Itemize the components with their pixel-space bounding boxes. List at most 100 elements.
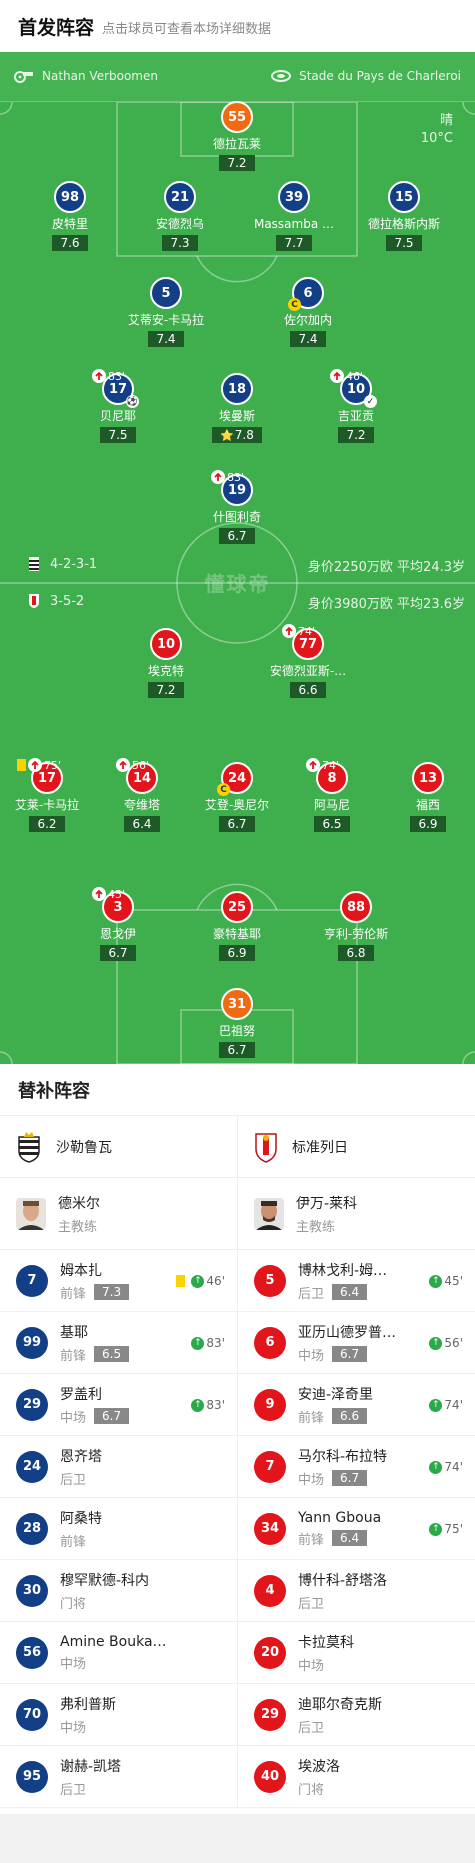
player-away-77[interactable]: 77 74' 安德烈亚斯-… 6.6 [248, 624, 368, 698]
sub-number: 95 [16, 1760, 48, 1793]
sub-position: 后卫 [298, 1720, 325, 1736]
sub-out-icon [28, 758, 42, 772]
player-home-39[interactable]: 39 Massamba … 7.7 [234, 181, 354, 251]
sub-row[interactable]: 6 亚历山德罗普… 中场 6.7 ↑ 56' [238, 1312, 475, 1374]
sub-name: 罗盖利 [60, 1386, 102, 1403]
player-home-15[interactable]: 15 德拉格斯内斯 7.5 [344, 181, 464, 251]
goal-ball-icon: ⚽ [126, 395, 139, 408]
sub-out-icon [92, 369, 106, 383]
player-away-25[interactable]: 25 豪特基耶 6.9 [177, 891, 297, 961]
player-number: 14 [132, 770, 152, 786]
player-away-88[interactable]: 88 亨利-劳伦斯 6.8 [296, 891, 416, 961]
player-away-3[interactable]: 3 45' 恩戈伊 6.7 [58, 887, 178, 961]
player-rating: 6.7 [219, 528, 255, 544]
sub-in-icon: ↑ [191, 1336, 205, 1350]
sub-row[interactable]: 4 博什科-舒塔洛 后卫 [238, 1560, 475, 1622]
player-home-21[interactable]: 21 安德烈乌 7.3 [120, 181, 240, 251]
home-team-name: 沙勒鲁瓦 [56, 1139, 112, 1156]
sub-row[interactable]: 5 博林戈利-姆… 后卫 6.4 ↑ 45' [238, 1250, 475, 1312]
sub-in-event: ↑ 74' [429, 1460, 463, 1474]
player-number: 39 [284, 189, 304, 205]
standard-liege-logo-icon [255, 1132, 277, 1163]
sub-out-icon [211, 470, 225, 484]
sub-row[interactable]: 40 埃波洛 门将 [238, 1746, 475, 1808]
player-home-10[interactable]: 10 ✓ 46' 吉亚贡 7.2 [296, 369, 416, 443]
sub-name: 穆罕默德-科内 [60, 1572, 150, 1589]
sub-row[interactable]: 34 Yann Gboua 前锋 6.4 ↑ 75' [238, 1498, 475, 1560]
sub-row[interactable]: 7 姆本扎 前锋 7.3 ↑ 46' [0, 1250, 237, 1312]
player-home-6[interactable]: 6C 佐尔加内 7.4 [248, 277, 368, 347]
player-rating: 6.8 [338, 945, 374, 961]
sub-row[interactable]: 9 安迪-泽奇里 前锋 6.6 ↑ 74' [238, 1374, 475, 1436]
player-number: 3 [113, 899, 123, 915]
sub-row[interactable]: 20 卡拉莫科 中场 [238, 1622, 475, 1684]
player-name: 安德烈亚斯-… [269, 664, 347, 678]
player-home-55[interactable]: 55 德拉瓦莱 7.2 [177, 101, 297, 171]
player-number: 5 [161, 285, 171, 301]
sub-in-minute: 74' [444, 1398, 463, 1412]
sub-in-event: ↑ 56' [429, 1336, 463, 1350]
sub-row[interactable]: 30 穆罕默德-科内 门将 [0, 1560, 237, 1622]
player-name: 恩戈伊 [99, 927, 136, 941]
player-home-18[interactable]: 18 埃曼斯 ⭐7.8 [177, 373, 297, 443]
yellow-card-icon [17, 759, 26, 771]
sub-position: 后卫 [60, 1472, 87, 1488]
player-away-13[interactable]: 13 福西 6.9 [368, 762, 475, 832]
sub-row[interactable]: 29 罗盖利 中场 6.7 ↑ 83' [0, 1374, 237, 1436]
sub-number: 9 [254, 1388, 286, 1421]
sub-in-minute: 83' [206, 1398, 225, 1412]
sub-position: 前锋 [60, 1286, 87, 1302]
player-home-5[interactable]: 5 艾蒂安-卡马拉 7.4 [106, 277, 226, 347]
sub-row[interactable]: 7 马尔科-布拉特 中场 6.7 ↑ 74' [238, 1436, 475, 1498]
sub-minute: 75' [44, 758, 62, 772]
sub-number: 24 [16, 1450, 48, 1483]
player-home-98[interactable]: 98 皮特里 7.6 [10, 181, 130, 251]
coach-avatar [16, 1197, 46, 1230]
player-number-badge: 98 [54, 181, 86, 213]
sub-out-icon [116, 758, 130, 772]
coach-avatar [254, 1197, 284, 1230]
referee-name: Nathan Verboomen [42, 69, 158, 83]
sub-position: 前锋 [298, 1532, 325, 1548]
player-name: 吉亚贡 [337, 409, 374, 423]
away-coach-row[interactable]: 伊万-莱科 主教练 [238, 1178, 475, 1250]
player-home-19[interactable]: 19 83' 什图利奇 6.7 [177, 470, 297, 544]
coach-name: 伊万-莱科 [296, 1195, 358, 1212]
player-away-10[interactable]: 10 埃克特 7.2 [106, 628, 226, 698]
sub-out-icon [306, 758, 320, 772]
player-number: 15 [394, 189, 414, 205]
sub-number: 30 [16, 1574, 48, 1607]
sub-number: 29 [16, 1388, 48, 1421]
sub-row[interactable]: 29 迪耶尔奇克斯 后卫 [238, 1684, 475, 1746]
player-rating: 6.9 [410, 816, 446, 832]
sub-row[interactable]: 99 基耶 前锋 6.5 ↑ 83' [0, 1312, 237, 1374]
yellow-card-icon [176, 1275, 186, 1287]
player-name: Massamba … [253, 217, 335, 231]
sub-in-icon: ↑ [429, 1398, 443, 1412]
player-rating: 7.5 [100, 427, 136, 443]
sub-row[interactable]: 70 弗利普斯 中场 [0, 1684, 237, 1746]
player-number: 6 [303, 285, 313, 301]
player-rating: 6.7 [219, 1042, 255, 1058]
player-number: 8 [327, 770, 337, 786]
sub-row[interactable]: 56 Amine Bouka… 中场 [0, 1622, 237, 1684]
sub-row[interactable]: 95 谢赫-凯塔 后卫 [0, 1746, 237, 1808]
sub-row[interactable]: 28 阿桑特 前锋 [0, 1498, 237, 1560]
player-number: 24 [227, 770, 247, 786]
player-rating: 7.7 [276, 235, 312, 251]
player-number: 98 [60, 189, 80, 205]
referee: Nathan Verboomen [14, 69, 158, 83]
sub-name: Yann Gboua [298, 1509, 382, 1526]
sub-in-event: ↑ 83' [191, 1398, 225, 1412]
sub-row[interactable]: 24 恩齐塔 后卫 [0, 1436, 237, 1498]
player-rating: 7.4 [148, 331, 184, 347]
sub-name: 亚历山德罗普… [298, 1324, 396, 1341]
sub-out-icon [282, 624, 296, 638]
player-away-31[interactable]: 31 巴祖努 6.7 [177, 988, 297, 1058]
player-name: 皮特里 [51, 217, 88, 231]
sub-in-event: ↑ 74' [429, 1398, 463, 1412]
home-coach-row[interactable]: 德米尔 主教练 [0, 1178, 237, 1250]
sub-position: 后卫 [298, 1286, 325, 1302]
player-home-17[interactable]: 17 ⚽ 83' 贝尼耶 7.5 [58, 369, 178, 443]
page-subtitle: 点击球员可查看本场详细数据 [102, 22, 272, 37]
